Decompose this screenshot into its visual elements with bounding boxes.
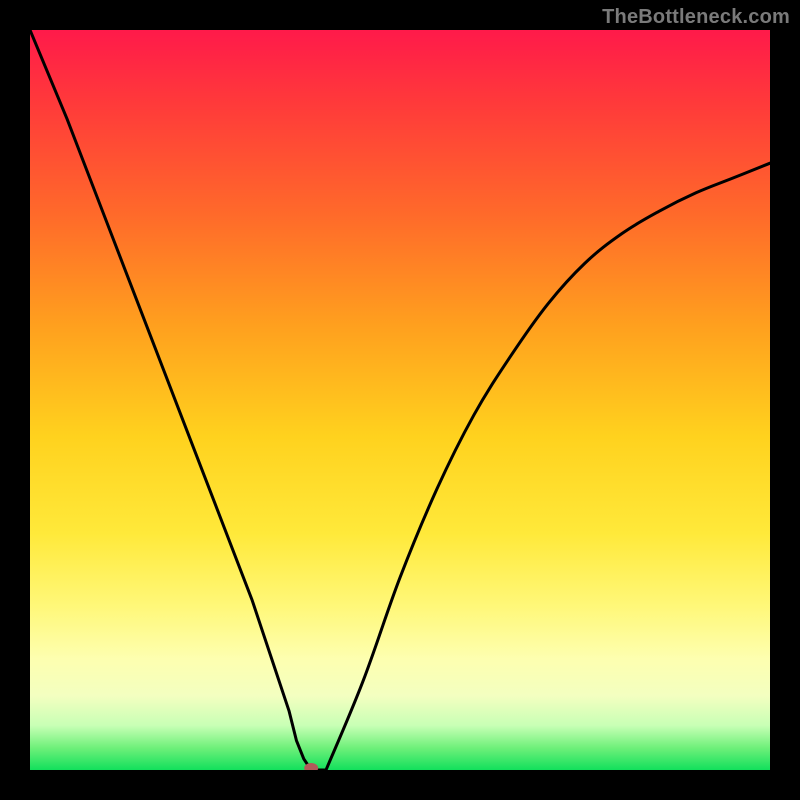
watermark-text: TheBottleneck.com: [602, 6, 790, 29]
plot-area: [30, 30, 770, 770]
bottleneck-curve-path: [30, 30, 770, 770]
bottleneck-curve-svg: [30, 30, 770, 770]
chart-frame: TheBottleneck.com: [0, 0, 800, 800]
